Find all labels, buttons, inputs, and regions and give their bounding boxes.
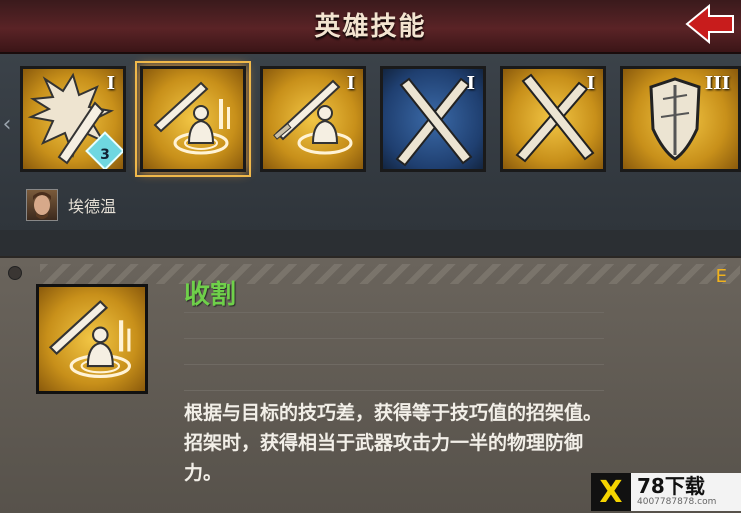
avatar — [26, 189, 58, 221]
skill-strike-burst[interactable]: I 3 — [20, 66, 126, 172]
skill-level-badge: 3 — [100, 147, 110, 163]
header-bar: 英雄技能 — [0, 0, 741, 54]
bolt-icon — [8, 266, 22, 280]
hero-info[interactable]: 埃德温 — [26, 188, 116, 222]
watermark-logo: X — [591, 473, 631, 511]
skill-tier-label: I — [106, 73, 115, 94]
hero-name: 埃德温 — [68, 197, 117, 216]
skill-hotkey: E — [715, 266, 727, 287]
selected-skill-icon — [36, 284, 148, 394]
skill-shield[interactable]: III — [620, 66, 741, 172]
sword-parry-icon — [48, 300, 131, 378]
divider — [184, 390, 604, 391]
divider — [184, 364, 604, 365]
skill-tier-label: I — [466, 73, 475, 94]
chevron-left-icon[interactable]: ‹ — [0, 94, 14, 154]
site-watermark: X 78下载 4007787878.com — [591, 473, 741, 511]
sword-parry-icon — [153, 81, 230, 155]
back-arrow-icon[interactable] — [683, 2, 735, 46]
page-title: 英雄技能 — [314, 12, 427, 42]
skill-cross-blades[interactable]: I — [380, 66, 486, 172]
watermark-title: 78下载 — [637, 474, 705, 498]
skill-name: 收割 — [184, 280, 237, 310]
divider — [184, 312, 604, 313]
divider — [184, 338, 604, 339]
skill-tier-label: III — [704, 73, 730, 94]
skill-tier-label: I — [346, 73, 355, 94]
skill-sword-guard[interactable]: I — [260, 66, 366, 172]
skill-harvest[interactable] — [135, 61, 251, 177]
skill-description: 根据与目标的技巧差，获得等于技巧值的招架值。招架时，获得相当于武器攻击力一半的物… — [184, 402, 603, 484]
skill-tier-label: I — [586, 73, 595, 94]
panel-decoration — [40, 264, 740, 284]
skill-cross-swords[interactable]: I — [500, 66, 606, 172]
watermark-url: 4007787878.com — [637, 497, 717, 507]
